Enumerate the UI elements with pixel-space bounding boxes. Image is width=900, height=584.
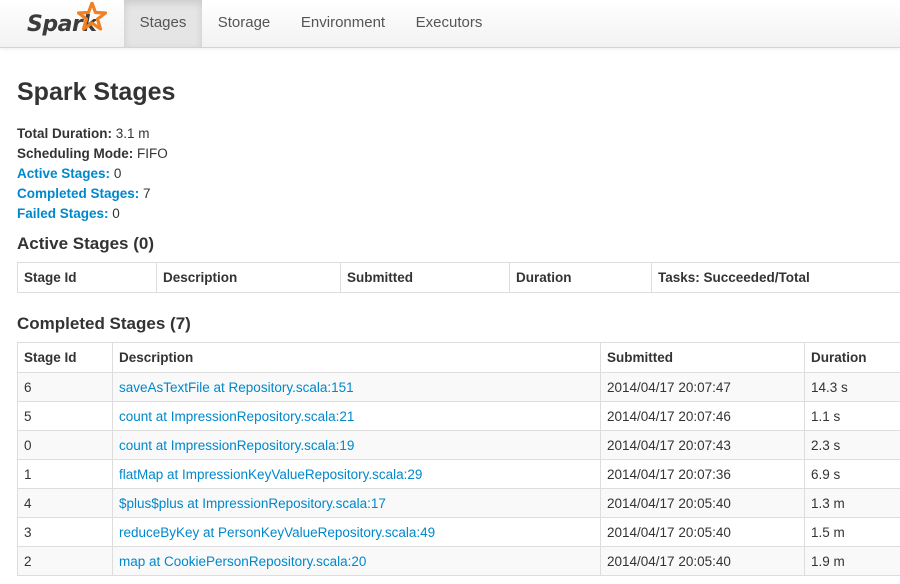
table-row: 6 saveAsTextFile at Repository.scala:151… (17, 372, 900, 402)
table-row: 5 count at ImpressionRepository.scala:21… (17, 401, 900, 431)
duration-cell: 1.1 s (804, 401, 900, 431)
summary-scheduling-mode: Scheduling Mode: FIFO (17, 144, 168, 164)
spark-logo[interactable]: Spark (24, 2, 108, 42)
summary-completed-stages: Completed Stages: 7 (17, 184, 168, 204)
failed-stages-count: 0 (112, 206, 120, 221)
completed-stages-link[interactable]: Completed Stages: (17, 186, 139, 201)
tab-environment[interactable]: Environment (286, 0, 400, 47)
stage-description-link[interactable]: flatMap at ImpressionKeyValueRepository.… (112, 459, 601, 489)
stage-id-cell: 6 (17, 372, 113, 402)
col-stage-id[interactable]: Stage Id (17, 342, 113, 373)
stage-id-cell: 5 (17, 401, 113, 431)
tab-stages[interactable]: Stages (124, 0, 202, 47)
star-icon (77, 2, 107, 31)
submitted-cell: 2014/04/17 20:05:40 (600, 517, 805, 547)
duration-cell: 14.3 s (804, 372, 900, 402)
summary-active-stages: Active Stages: 0 (17, 164, 168, 184)
duration-cell: 2.3 s (804, 430, 900, 460)
tab-storage[interactable]: Storage (202, 0, 286, 47)
total-duration-label: Total Duration: (17, 126, 112, 141)
submitted-cell: 2014/04/17 20:07:43 (600, 430, 805, 460)
col-description[interactable]: Description (156, 262, 341, 293)
submitted-cell: 2014/04/17 20:07:36 (600, 459, 805, 489)
submitted-cell: 2014/04/17 20:07:47 (600, 372, 805, 402)
table-row: 0 count at ImpressionRepository.scala:19… (17, 430, 900, 460)
stage-description-link[interactable]: $plus$plus at ImpressionRepository.scala… (112, 488, 601, 518)
table-header-row: Stage Id Description Submitted Duration … (17, 262, 900, 293)
scheduling-mode-label: Scheduling Mode: (17, 146, 134, 161)
stage-id-cell: 2 (17, 546, 113, 576)
duration-cell: 1.3 m (804, 488, 900, 518)
stage-description-link[interactable]: saveAsTextFile at Repository.scala:151 (112, 372, 601, 402)
tab-executors[interactable]: Executors (400, 0, 498, 47)
active-stages-count: 0 (113, 166, 122, 181)
summary-failed-stages: Failed Stages: 0 (17, 204, 168, 224)
duration-cell: 1.5 m (804, 517, 900, 547)
col-submitted[interactable]: Submitted (600, 342, 805, 373)
duration-cell: 1.9 m (804, 546, 900, 576)
scheduling-mode-value: FIFO (137, 146, 168, 161)
stage-description-link[interactable]: count at ImpressionRepository.scala:19 (112, 430, 601, 460)
table-header-row: Stage Id Description Submitted Duration (17, 342, 900, 373)
active-stages-heading: Active Stages (0) (17, 234, 154, 253)
top-navbar: Spark Stages Storage Environment Executo… (0, 0, 900, 48)
table-row: 3 reduceByKey at PersonKeyValueRepositor… (17, 517, 900, 547)
col-duration[interactable]: Duration (509, 262, 652, 293)
submitted-cell: 2014/04/17 20:05:40 (600, 488, 805, 518)
completed-stages-count: 7 (143, 186, 151, 201)
summary-total-duration: Total Duration: 3.1 m (17, 124, 168, 144)
table-row: 4 $plus$plus at ImpressionRepository.sca… (17, 488, 900, 518)
failed-stages-link[interactable]: Failed Stages: (17, 206, 109, 221)
stage-id-cell: 3 (17, 517, 113, 547)
active-stages-link[interactable]: Active Stages: (17, 166, 110, 181)
stage-description-link[interactable]: reduceByKey at PersonKeyValueRepository.… (112, 517, 601, 547)
col-submitted[interactable]: Submitted (340, 262, 510, 293)
duration-cell: 6.9 s (804, 459, 900, 489)
table-row: 2 map at CookiePersonRepository.scala:20… (17, 546, 900, 576)
col-stage-id[interactable]: Stage Id (17, 262, 157, 293)
stage-id-cell: 1 (17, 459, 113, 489)
col-duration[interactable]: Duration (804, 342, 900, 373)
table-row: 1 flatMap at ImpressionKeyValueRepositor… (17, 459, 900, 489)
submitted-cell: 2014/04/17 20:05:40 (600, 546, 805, 576)
stage-description-link[interactable]: count at ImpressionRepository.scala:21 (112, 401, 601, 431)
page-title: Spark Stages (17, 78, 176, 106)
stage-id-cell: 0 (17, 430, 113, 460)
col-description[interactable]: Description (112, 342, 601, 373)
col-tasks[interactable]: Tasks: Succeeded/Total (651, 262, 900, 293)
completed-stages-table: Stage Id Description Submitted Duration … (17, 342, 900, 576)
stage-description-link[interactable]: map at CookiePersonRepository.scala:20 (112, 546, 601, 576)
completed-stages-heading: Completed Stages (7) (17, 314, 191, 333)
total-duration-value: 3.1 m (115, 126, 150, 141)
stage-summary: Total Duration: 3.1 m Scheduling Mode: F… (17, 124, 168, 224)
submitted-cell: 2014/04/17 20:07:46 (600, 401, 805, 431)
active-stages-table: Stage Id Description Submitted Duration … (17, 262, 900, 293)
stage-id-cell: 4 (17, 488, 113, 518)
